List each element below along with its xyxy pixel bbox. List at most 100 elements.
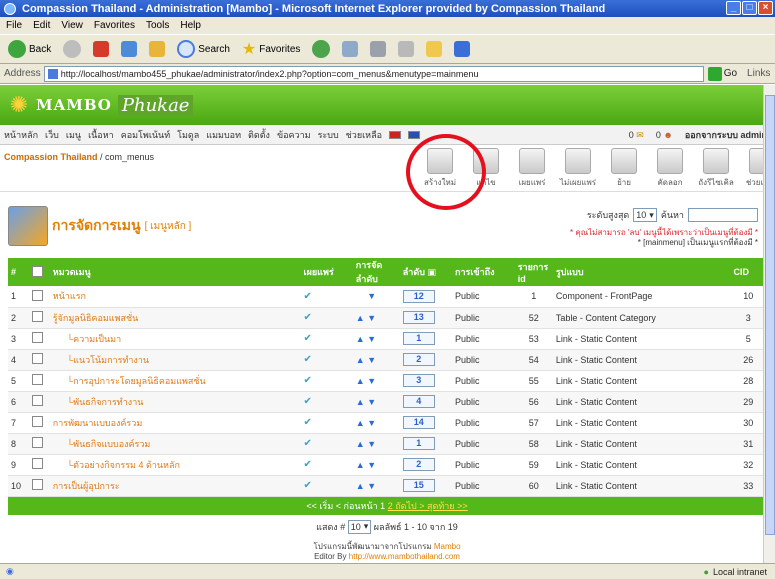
order-input[interactable]: 15: [402, 479, 435, 492]
table-row[interactable]: 2└รู้จักมูลนิธิคอมแพสชั่น✔▲ ▼13Public52T…: [8, 307, 766, 329]
menu-item-link[interactable]: หน้าแรก: [53, 291, 86, 301]
order-up-icon[interactable]: ▲: [356, 460, 365, 470]
row-access[interactable]: Public: [452, 286, 515, 308]
tool-move[interactable]: ย้าย: [604, 148, 644, 189]
messenger-button[interactable]: [450, 41, 474, 57]
table-row[interactable]: 5 └การอุปการะโดยมูลนิธิคอมแพสชั่น ✔ ▲ ▼ 3 Pub…: [8, 370, 766, 392]
order-input[interactable]: 1: [402, 437, 435, 450]
stop-button[interactable]: [89, 41, 113, 57]
order-input[interactable]: 12: [402, 289, 435, 303]
forward-button[interactable]: [59, 40, 85, 58]
flag-icon[interactable]: [408, 130, 421, 139]
published-check-icon[interactable]: ✔: [304, 291, 312, 302]
row-menu-name[interactable]: └พันธกิจการทำงาน: [49, 391, 301, 413]
order-input[interactable]: 3: [402, 374, 435, 387]
row-checkbox-cell[interactable]: [28, 370, 50, 392]
tool-publish[interactable]: เผยแพร่: [512, 148, 552, 189]
order-down-icon[interactable]: ▼: [367, 355, 376, 365]
row-checkbox[interactable]: [31, 311, 43, 322]
language-flag-icon[interactable]: [389, 130, 402, 139]
published-check-icon[interactable]: ✔: [304, 417, 312, 428]
row-access[interactable]: Public: [452, 433, 515, 455]
table-row[interactable]: 8 └พันธกิจแบบองค์รวม ✔ ▲ ▼ 1 Public 58 Link - S…: [8, 433, 766, 455]
menu-edit[interactable]: Edit: [33, 20, 50, 31]
mambothailand-link[interactable]: http://www.mambothailand.com: [349, 552, 460, 561]
order-input[interactable]: 4: [402, 395, 435, 408]
row-menu-name[interactable]: └การพัฒนาแบบองค์รวม: [49, 412, 301, 434]
menu-favorites[interactable]: Favorites: [94, 20, 135, 31]
admin-menu-item-installers[interactable]: ติดตั้ง: [248, 128, 270, 142]
media-button[interactable]: [308, 40, 334, 58]
save-order-icon[interactable]: ▣: [427, 267, 436, 277]
row-menu-name[interactable]: └การอุปการะโดยมูลนิธิคอมแพสชั่น: [49, 370, 301, 392]
admin-menu-item-system[interactable]: ระบบ: [318, 128, 339, 142]
order-down-icon[interactable]: ▼: [367, 481, 376, 491]
row-published[interactable]: ✔: [300, 370, 353, 392]
row-access[interactable]: Public: [452, 328, 515, 350]
row-checkbox[interactable]: [31, 458, 43, 469]
published-check-icon[interactable]: ✔: [304, 375, 312, 386]
row-published[interactable]: ✔: [300, 328, 353, 350]
col-order[interactable]: ลำดับ ▣: [399, 258, 453, 286]
menu-item-link[interactable]: รู้จักมูลนิธิคอมแพสชั่น: [53, 313, 139, 323]
menu-item-link[interactable]: พันธกิจการทำงาน: [73, 397, 143, 407]
row-menu-name[interactable]: └หน้าแรก: [49, 286, 301, 308]
order-down-icon[interactable]: ▼: [367, 291, 376, 301]
max-level-select[interactable]: 10 ▾: [633, 208, 657, 222]
scrollbar-thumb[interactable]: [765, 95, 775, 535]
table-row[interactable]: 7└การพัฒนาแบบองค์รวม✔▲ ▼14Public57Link -…: [8, 412, 766, 434]
row-published[interactable]: ✔: [300, 475, 353, 497]
published-check-icon[interactable]: ✔: [304, 312, 312, 323]
table-row[interactable]: 1└หน้าแรก✔▲ ▼12Public1Component - FrontP…: [8, 286, 766, 308]
col-published[interactable]: เผยแพร่: [300, 258, 353, 286]
order-up-icon[interactable]: ▲: [356, 397, 365, 407]
menu-view[interactable]: View: [61, 20, 83, 31]
order-down-icon[interactable]: ▼: [367, 439, 376, 449]
menu-item-link[interactable]: พันธกิจแบบองค์รวม: [73, 439, 150, 449]
row-type[interactable]: Table - Content Category: [552, 307, 731, 329]
row-type[interactable]: Link - Static Content: [552, 475, 731, 497]
menu-help[interactable]: Help: [180, 20, 201, 31]
table-row[interactable]: 4 └แนวโน้มการทำงาน ✔ ▲ ▼ 2 Public 54 Link - Sta…: [8, 349, 766, 371]
menu-item-link[interactable]: ตัวอย่างกิจกรรม 4 ด้านหลัก: [73, 460, 180, 470]
edit-button[interactable]: [394, 41, 418, 57]
mail-button[interactable]: [338, 41, 362, 57]
published-check-icon[interactable]: ✔: [304, 459, 312, 470]
row-checkbox-cell[interactable]: [28, 286, 50, 308]
row-checkbox[interactable]: [31, 395, 43, 406]
row-menu-name[interactable]: └การเป็นผู้อุปการะ: [49, 475, 301, 497]
close-button[interactable]: ×: [758, 1, 773, 15]
admin-menu-item-content[interactable]: เนื้อหา: [88, 128, 114, 142]
row-type[interactable]: Link - Static Content: [552, 454, 731, 476]
vertical-scrollbar[interactable]: [763, 85, 775, 563]
admin-menu-item-components[interactable]: คอมโพเน้นท์: [121, 128, 170, 142]
row-menu-name[interactable]: └พันธกิจแบบองค์รวม: [49, 433, 301, 455]
row-menu-name[interactable]: └ความเป็นมา: [49, 328, 301, 350]
row-published[interactable]: ✔: [300, 454, 353, 476]
menu-item-link[interactable]: ความเป็นมา: [73, 334, 121, 344]
logout-link[interactable]: ออกจากระบบ admin: [685, 128, 767, 142]
admin-menu-item-mambots[interactable]: แมมบอท: [206, 128, 241, 142]
row-checkbox-cell[interactable]: [28, 307, 50, 329]
order-input[interactable]: 13: [402, 311, 435, 324]
row-checkbox-cell[interactable]: [28, 475, 50, 497]
row-checkbox[interactable]: [31, 289, 43, 301]
admin-menu-item-menu[interactable]: เมนู: [66, 128, 81, 142]
search-button[interactable]: Search: [173, 40, 234, 58]
order-input[interactable]: 2: [402, 353, 435, 366]
row-type[interactable]: Link - Static Content: [552, 349, 731, 371]
row-checkbox-cell[interactable]: [28, 391, 50, 413]
admin-menu-item-help[interactable]: ช่วยเหลือ: [346, 128, 382, 142]
row-published[interactable]: ✔: [300, 412, 353, 434]
links-toolbar[interactable]: Links: [747, 68, 770, 79]
row-published[interactable]: ✔: [300, 307, 353, 329]
print-button[interactable]: [366, 41, 390, 57]
order-up-icon[interactable]: ▲: [356, 334, 365, 344]
row-access[interactable]: Public: [452, 391, 515, 413]
tool-unpublish[interactable]: ไม่เผยแพร่: [558, 148, 598, 189]
table-row[interactable]: 6 └พันธกิจการทำงาน ✔ ▲ ▼ 4 Public 56 Link - Sta…: [8, 391, 766, 413]
admin-menu-item-site[interactable]: เว็บ: [45, 128, 59, 142]
col-select-all[interactable]: [28, 258, 50, 286]
back-button[interactable]: Back: [4, 40, 55, 58]
order-up-icon[interactable]: ▲: [356, 418, 365, 428]
